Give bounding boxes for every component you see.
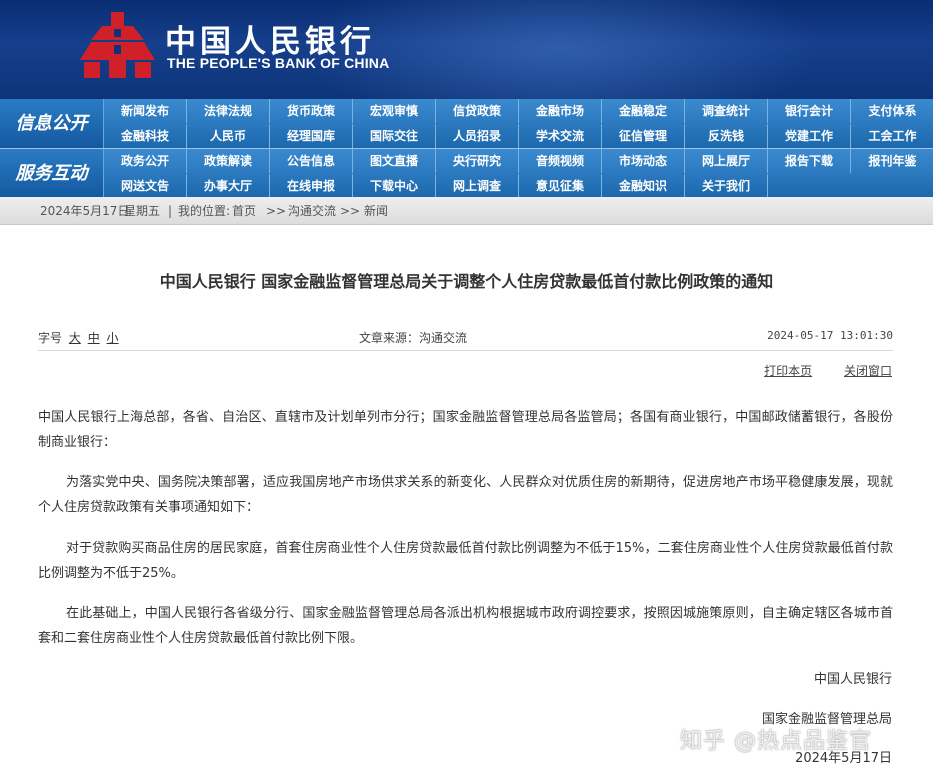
article-paragraph: 在此基础上，中国人民银行各省级分行、国家金融监督管理总局各派出机构根据城市政府调… <box>38 606 893 646</box>
nav-item[interactable]: 征信管理 <box>602 124 685 148</box>
nav-item[interactable]: 在线申报 <box>270 174 353 198</box>
nav-item[interactable]: 网上调查 <box>436 174 519 198</box>
nav-item[interactable]: 银行会计 <box>768 99 851 123</box>
nav-item[interactable]: 党建工作 <box>768 124 851 148</box>
nav-item[interactable]: 网上展厅 <box>685 149 768 173</box>
nav-item[interactable]: 货币政策 <box>270 99 353 123</box>
nav-item[interactable]: 政策解读 <box>187 149 270 173</box>
nav-item[interactable]: 工会工作 <box>851 124 933 148</box>
font-size-medium-link[interactable]: 中 <box>88 331 100 345</box>
article-paragraph: 中国人民银行上海总部，各省、自治区、直辖市及计划单列市分行；国家金融监督管理总局… <box>38 410 893 450</box>
font-size-large-link[interactable]: 大 <box>69 331 81 345</box>
banner-glow <box>300 0 820 99</box>
breadcrumb-home-link[interactable]: 首页 <box>232 197 256 225</box>
breadcrumb-section-link[interactable]: 沟通交流 <box>288 197 336 225</box>
nav-item[interactable]: 金融稳定 <box>602 99 685 123</box>
nav-item[interactable]: 新闻发布 <box>104 99 187 123</box>
close-window-link[interactable]: 关闭窗口 <box>844 364 892 378</box>
nav-item[interactable]: 公告信息 <box>270 149 353 173</box>
font-size-switcher: 字号 大 中 小 <box>38 329 119 346</box>
nav-item[interactable]: 金融科技 <box>104 124 187 148</box>
nav-item[interactable]: 图文直播 <box>353 149 436 173</box>
breadcrumb-arrow: >> <box>266 204 287 218</box>
nav-service-row-2: 网送文告 办事大厅 在线申报 下载中心 网上调查 意见征集 金融知识 关于我们 <box>104 174 933 198</box>
print-page-link[interactable]: 打印本页 <box>764 364 812 378</box>
font-size-small-link[interactable]: 小 <box>107 331 119 345</box>
nav-item[interactable]: 经理国库 <box>270 124 353 148</box>
nav-item[interactable]: 人民币 <box>187 124 270 148</box>
pboc-emblem-icon <box>80 12 155 78</box>
header-banner: 中国人民银行 THE PEOPLE'S BANK OF CHINA <box>0 0 933 99</box>
nav-item[interactable]: 宏观审慎 <box>353 99 436 123</box>
nav-info-row-2: 金融科技 人民币 经理国库 国际交往 人员招录 学术交流 征信管理 反洗钱 党建… <box>104 124 933 148</box>
article-title: 中国人民银行 国家金融监督管理总局关于调整个人住房贷款最低首付款比例政策的通知 <box>159 272 774 291</box>
nav-item[interactable]: 意见征集 <box>519 174 602 198</box>
breadcrumb-current[interactable]: 新闻 <box>364 197 388 225</box>
nav-info-block: 信息公开 新闻发布 法律法规 货币政策 宏观审慎 信贷政策 金融市场 金融稳定 … <box>0 99 933 148</box>
zhihu-watermark: 知乎 @热点品鉴官 <box>680 729 872 754</box>
nav-item[interactable]: 法律法规 <box>187 99 270 123</box>
nav-item[interactable]: 关于我们 <box>685 174 768 198</box>
article-source: 文章来源：沟通交流 <box>359 331 468 345</box>
nav-info-title[interactable]: 信息公开 <box>0 99 104 148</box>
nav-item[interactable]: 市场动态 <box>602 149 685 173</box>
nav-item[interactable]: 国际交往 <box>353 124 436 148</box>
breadcrumb-location-label: 我的位置: <box>178 204 231 218</box>
nav-item[interactable]: 报刊年鉴 <box>851 149 933 173</box>
nav-item[interactable]: 政务公开 <box>104 149 187 173</box>
article-tools: 打印本页 关闭窗口 <box>736 362 892 379</box>
breadcrumb-separator: | <box>168 204 173 218</box>
article-paragraph: 对于贷款购买商品住房的居民家庭，首套住房商业性个人住房贷款最低首付款比例调整为不… <box>38 541 893 581</box>
nav-item[interactable]: 反洗钱 <box>685 124 768 148</box>
signature-pboc: 中国人民银行 <box>813 672 892 687</box>
breadcrumb-date: 2024年5月17日 <box>40 204 130 218</box>
nav-item[interactable]: 金融市场 <box>519 99 602 123</box>
nav-item[interactable]: 金融知识 <box>602 174 685 198</box>
breadcrumb: 2024年5月17日 星期五 | 我的位置: 首页 >> 沟通交流 >> 新闻 <box>0 197 933 225</box>
breadcrumb-weekday: 星期五 <box>124 204 161 218</box>
nav-service-row-1: 政务公开 政策解读 公告信息 图文直播 央行研究 音频视频 市场动态 网上展厅 … <box>104 149 933 173</box>
article-paragraph: 为落实党中央、国务院决策部署，适应我国房地产市场供求关系的新变化、人民群众对优质… <box>38 475 893 515</box>
breadcrumb-arrow: >> <box>340 204 361 218</box>
nav-info-row-1: 新闻发布 法律法规 货币政策 宏观审慎 信贷政策 金融市场 金融稳定 调查统计 … <box>104 99 933 123</box>
nav-item[interactable]: 调查统计 <box>685 99 768 123</box>
font-size-label: 字号 <box>38 331 63 345</box>
nav-service-block: 服务互动 政务公开 政策解读 公告信息 图文直播 央行研究 音频视频 市场动态 … <box>0 148 933 198</box>
meta-divider <box>38 350 893 351</box>
article-meta: 字号 大 中 小 文章来源：沟通交流 2024-05-17 13:01:30 <box>38 329 893 347</box>
nav-item[interactable]: 信贷政策 <box>436 99 519 123</box>
nav-item[interactable]: 音频视频 <box>519 149 602 173</box>
nav-item[interactable]: 办事大厅 <box>187 174 270 198</box>
nav-item[interactable]: 学术交流 <box>519 124 602 148</box>
nav-item[interactable]: 网送文告 <box>104 174 187 198</box>
nav-service-title[interactable]: 服务互动 <box>0 149 104 198</box>
nav-item[interactable]: 央行研究 <box>436 149 519 173</box>
nav-item[interactable]: 支付体系 <box>851 99 933 123</box>
nav-item[interactable]: 下载中心 <box>353 174 436 198</box>
logo-english: THE PEOPLE'S BANK OF CHINA <box>167 55 390 71</box>
article-datetime: 2024-05-17 13:01:30 <box>767 329 893 342</box>
main-nav: 信息公开 新闻发布 法律法规 货币政策 宏观审慎 信贷政策 金融市场 金融稳定 … <box>0 99 933 198</box>
nav-item[interactable]: 人员招录 <box>436 124 519 148</box>
nav-item[interactable]: 报告下载 <box>768 149 851 173</box>
